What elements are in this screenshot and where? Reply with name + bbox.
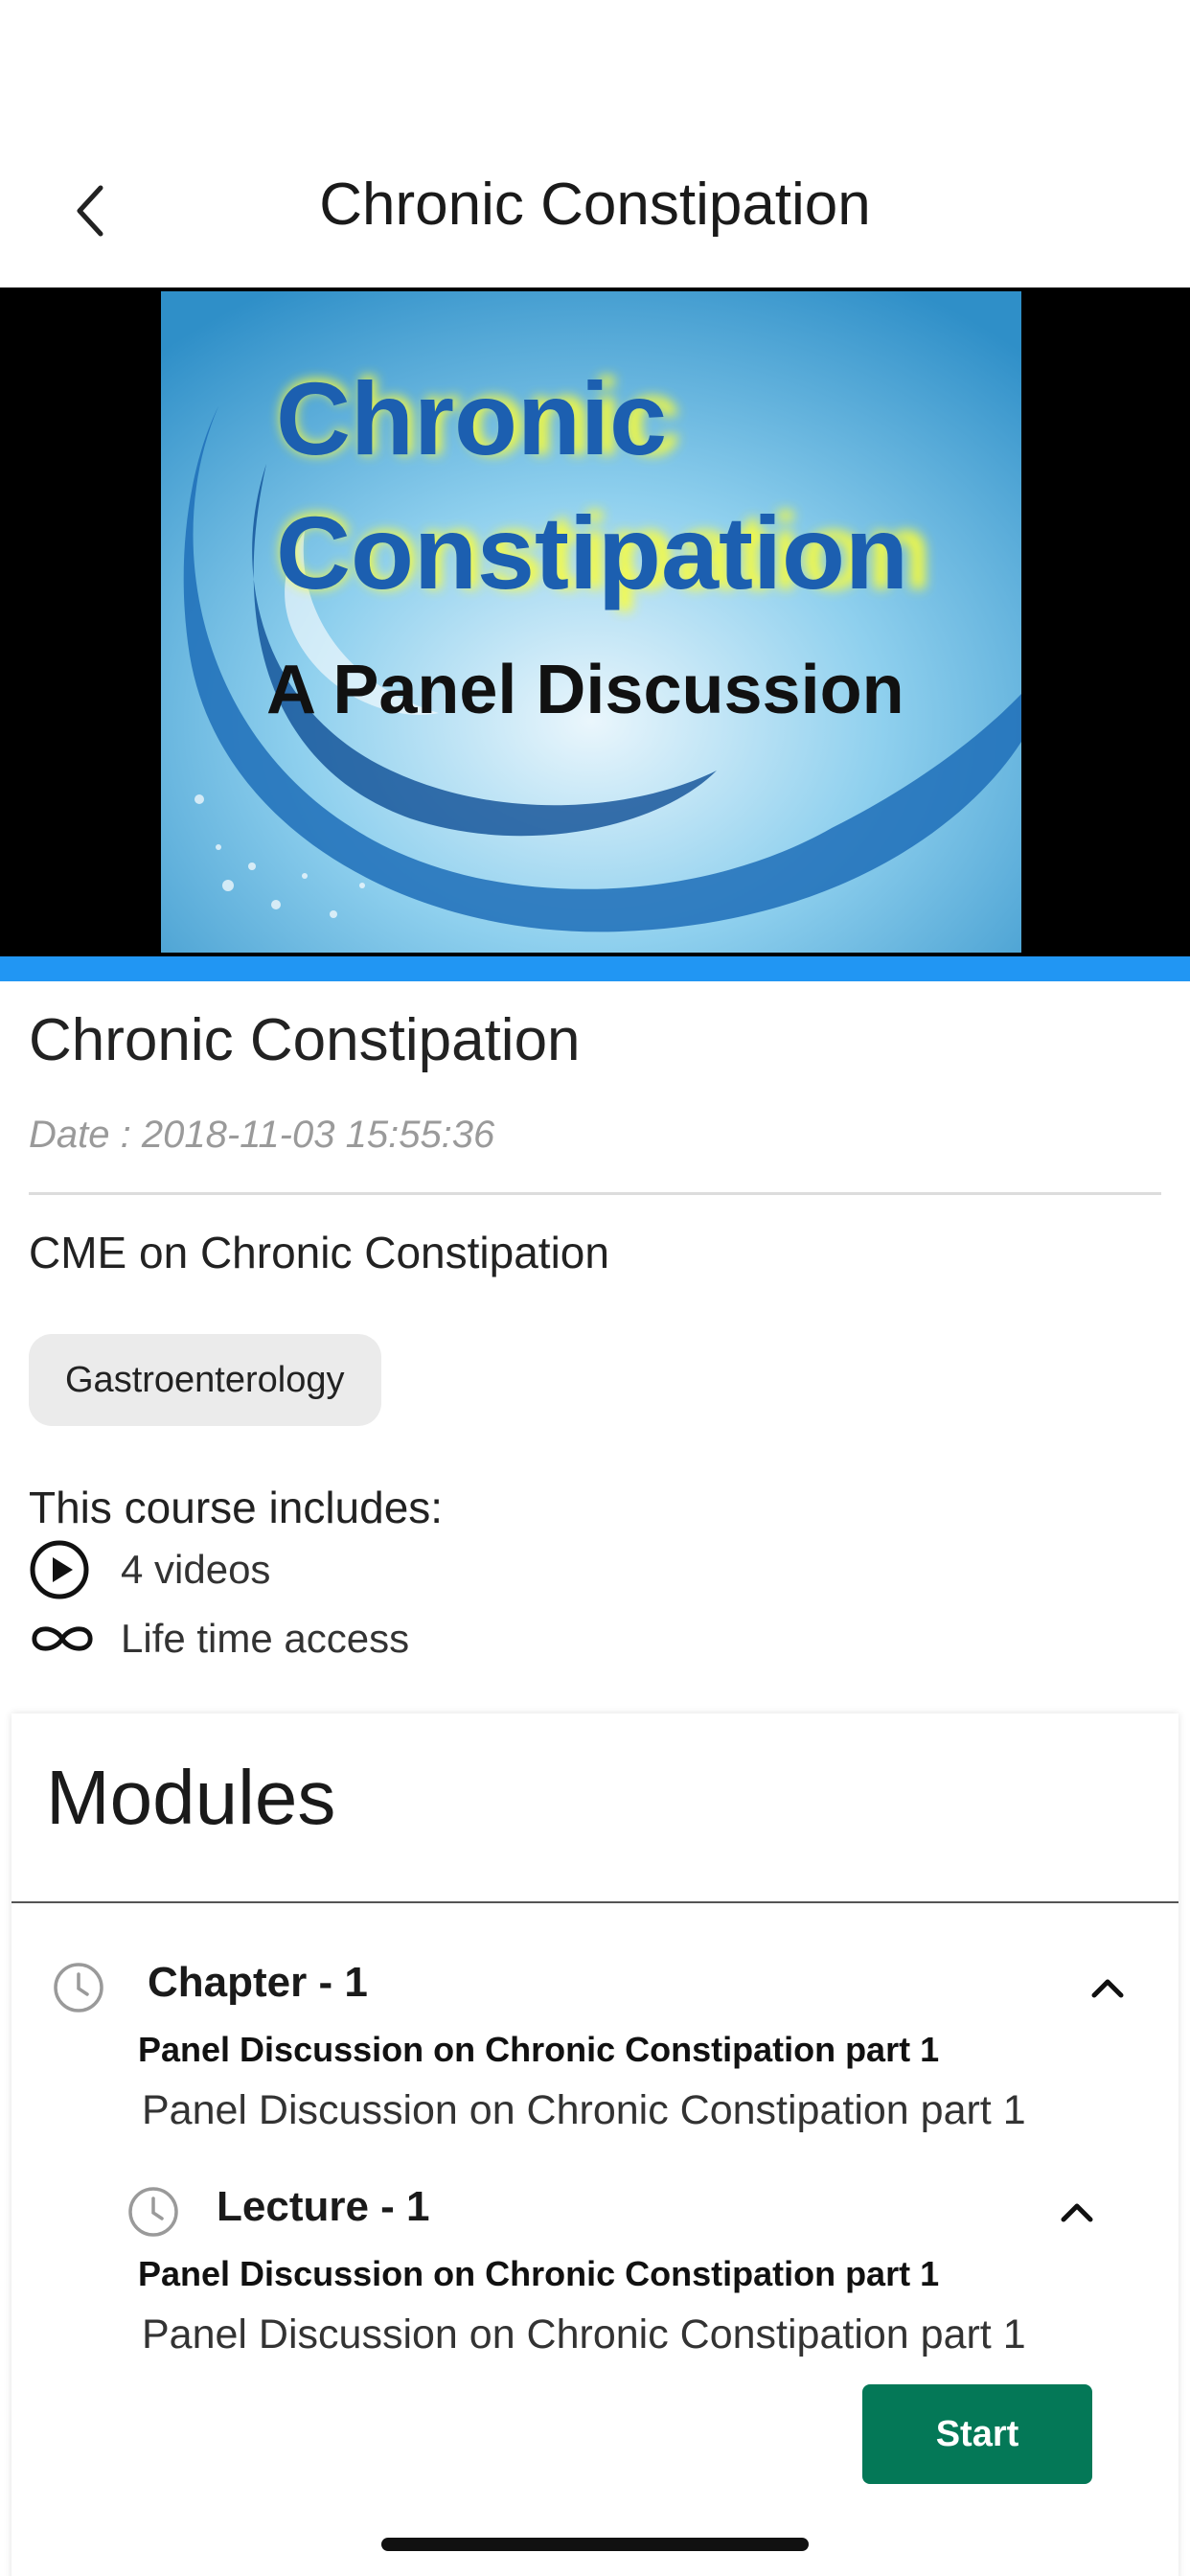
chapter-label[interactable]: Chapter - 1: [148, 1959, 368, 2007]
nav-bar: Chronic Constipation: [0, 125, 1190, 288]
includes-title: This course includes:: [29, 1483, 444, 1532]
thumb-title-line-2: Constipation: [276, 494, 908, 610]
course-date: Date : 2018-11-03 15:55:36: [29, 1114, 495, 1156]
includes-item-access: Life time access: [29, 1608, 409, 1669]
modules-divider: [11, 1901, 1179, 1903]
video-thumbnail: Chronic Constipation Chronic Constipatio…: [161, 291, 1021, 953]
page-title: Chronic Constipation: [319, 172, 871, 238]
chevron-up-icon[interactable]: [1056, 2191, 1098, 2233]
course-description: CME on Chronic Constipation: [29, 1228, 609, 1277]
lecture-label[interactable]: Lecture - 1: [217, 2183, 430, 2231]
video-progress-bar[interactable]: [0, 956, 1190, 981]
includes-item-videos: 4 videos: [29, 1539, 270, 1600]
thumb-title-line-1: Chronic: [276, 360, 667, 476]
play-circle-icon: [30, 1540, 89, 1599]
includes-item-label: 4 videos: [121, 1547, 271, 1592]
course-title: Chronic Constipation: [29, 1007, 581, 1073]
infinity-icon: [32, 1626, 93, 1651]
thumb-subtitle: A Panel Discussion: [266, 652, 904, 728]
clock-icon: [128, 2187, 178, 2237]
chapter-subtitle: Panel Discussion on Chronic Constipation…: [142, 2087, 1026, 2133]
lecture-subtitle: Panel Discussion on Chronic Constipation…: [142, 2312, 1026, 2358]
start-button[interactable]: Start: [862, 2384, 1092, 2484]
includes-item-label: Life time access: [121, 1616, 410, 1661]
home-indicator: [381, 2538, 809, 2551]
modules-title: Modules: [46, 1755, 336, 1840]
clock-icon: [54, 1963, 103, 2012]
chevron-up-icon[interactable]: [1087, 1966, 1129, 2009]
lecture-title: Panel Discussion on Chronic Constipation…: [138, 2254, 940, 2293]
status-bar: [0, 0, 1190, 125]
chapter-title: Panel Discussion on Chronic Constipation…: [138, 2030, 940, 2069]
modules-card: Modules Chapter - 1 Panel Discussion on …: [11, 1714, 1179, 2576]
category-tag[interactable]: Gastroenterology: [29, 1334, 381, 1426]
divider: [29, 1192, 1161, 1195]
video-player[interactable]: Chronic Constipation Chronic Constipatio…: [0, 288, 1190, 956]
